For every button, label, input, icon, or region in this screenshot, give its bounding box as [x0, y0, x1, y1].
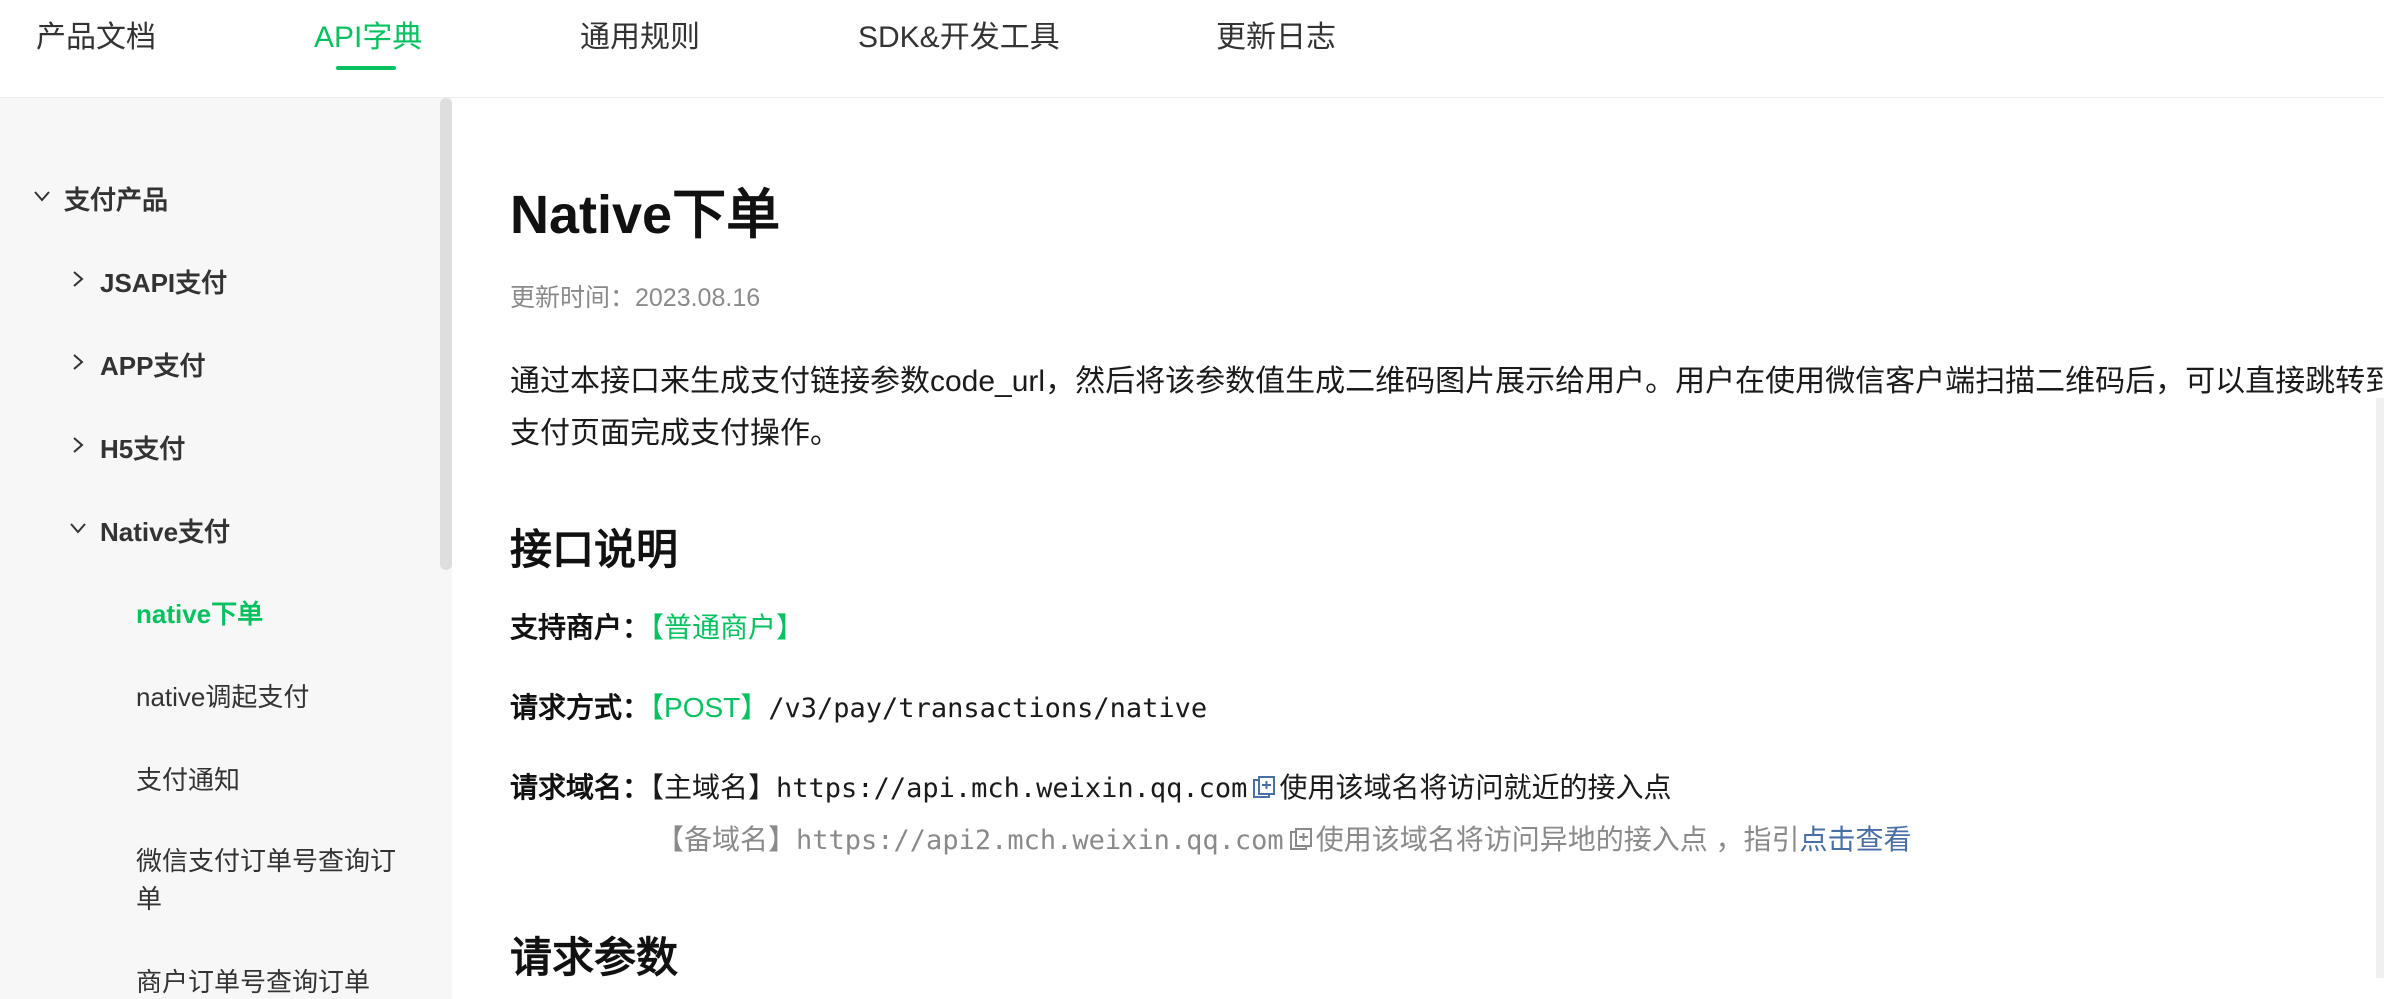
tab-sdk-tools[interactable]: SDK&开发工具: [858, 12, 1060, 56]
backup-domain-tag: 【备域名】: [656, 824, 797, 855]
sidebar: 支付产品 JSAPI支付 APP支付 H5支付 Native支付 native下…: [0, 98, 452, 999]
tab-api-dictionary[interactable]: API字典: [314, 12, 422, 56]
guide-link[interactable]: 点击查看: [1799, 824, 1911, 855]
copy-icon[interactable]: [1289, 828, 1312, 852]
domain-label: 请求域名：: [510, 772, 651, 803]
sidebar-item-query-by-merchant-order[interactable]: 商户订单号查询订单: [136, 962, 370, 999]
domain-row: 请求域名：【主域名】https://api.mch.weixin.qq.com 使…: [510, 766, 1671, 806]
copy-icon[interactable]: [1253, 776, 1276, 800]
method-path: /v3/pay/transactions/native: [768, 693, 1208, 724]
chevron-right-icon[interactable]: [68, 435, 88, 455]
sidebar-item-h5[interactable]: H5支付: [100, 429, 185, 466]
backup-domain-url: https://api2.mch.weixin.qq.com: [796, 825, 1284, 856]
sidebar-item-payment-notify[interactable]: 支付通知: [136, 760, 240, 797]
primary-domain-note: 使用该域名将访问就近的接入点: [1279, 772, 1672, 803]
method-label: 请求方式：: [510, 692, 651, 723]
section-heading-interface: 接口说明: [510, 526, 679, 573]
primary-domain-tag: 【主域名】: [650, 772, 777, 803]
sidebar-item-app[interactable]: APP支付: [100, 346, 205, 383]
page-scrollbar[interactable]: [2376, 398, 2384, 978]
method-row: 请求方式：【POST】/v3/pay/transactions/native: [510, 686, 1207, 726]
sidebar-item-payment-products[interactable]: 支付产品: [64, 180, 168, 217]
chevron-right-icon[interactable]: [68, 352, 88, 372]
backup-domain-note: 使用该域名将访问异地的接入点 ，指引: [1315, 824, 1800, 855]
method-value: 【POST】: [650, 692, 769, 723]
description-line: 支付页面完成支付操作。: [510, 417, 840, 450]
chevron-right-icon[interactable]: [68, 269, 88, 289]
merchant-value: 【普通商户】: [650, 612, 805, 643]
backup-domain-row: 【备域名】https://api2.mch.weixin.qq.com 使用该域名…: [656, 818, 1912, 858]
active-tab-indicator: [336, 66, 396, 70]
chevron-down-icon[interactable]: [32, 186, 52, 206]
top-nav: 产品文档 API字典 通用规则 SDK&开发工具 更新日志: [0, 0, 2384, 98]
tab-general-rules[interactable]: 通用规则: [580, 12, 700, 56]
page-title: Native下单: [510, 185, 781, 245]
section-heading-params: 请求参数: [510, 934, 679, 981]
description: 通过本接口来生成支付链接参数code_url，然后将该参数值生成二维码图片展示给…: [510, 356, 2384, 460]
merchant-row: 支持商户：【普通商户】: [510, 606, 804, 646]
main-content: Native下单 更新时间：2023.08.16 通过本接口来生成支付链接参数c…: [452, 98, 2384, 999]
sidebar-item-query-by-wx-order[interactable]: 微信支付订单号查询订 单: [136, 842, 396, 918]
sidebar-item-label: 微信支付订单号查询订: [136, 846, 397, 876]
primary-domain-url: https://api.mch.weixin.qq.com: [776, 773, 1248, 804]
tab-product-docs[interactable]: 产品文档: [36, 12, 156, 56]
sidebar-item-native-order[interactable]: native下单: [136, 594, 263, 631]
sidebar-item-label: 单: [136, 884, 163, 914]
sidebar-item-native[interactable]: Native支付: [100, 512, 230, 549]
description-line: 通过本接口来生成支付链接参数code_url，然后将该参数值生成二维码图片展示给…: [510, 365, 2384, 398]
tab-changelog[interactable]: 更新日志: [1216, 12, 1336, 56]
sidebar-item-native-invoke[interactable]: native调起支付: [136, 677, 309, 714]
sidebar-item-jsapi[interactable]: JSAPI支付: [100, 263, 227, 300]
update-time: 更新时间：2023.08.16: [510, 284, 761, 312]
sidebar-scrollbar[interactable]: [440, 98, 452, 570]
chevron-down-icon[interactable]: [68, 518, 88, 538]
merchant-label: 支持商户：: [510, 612, 651, 643]
